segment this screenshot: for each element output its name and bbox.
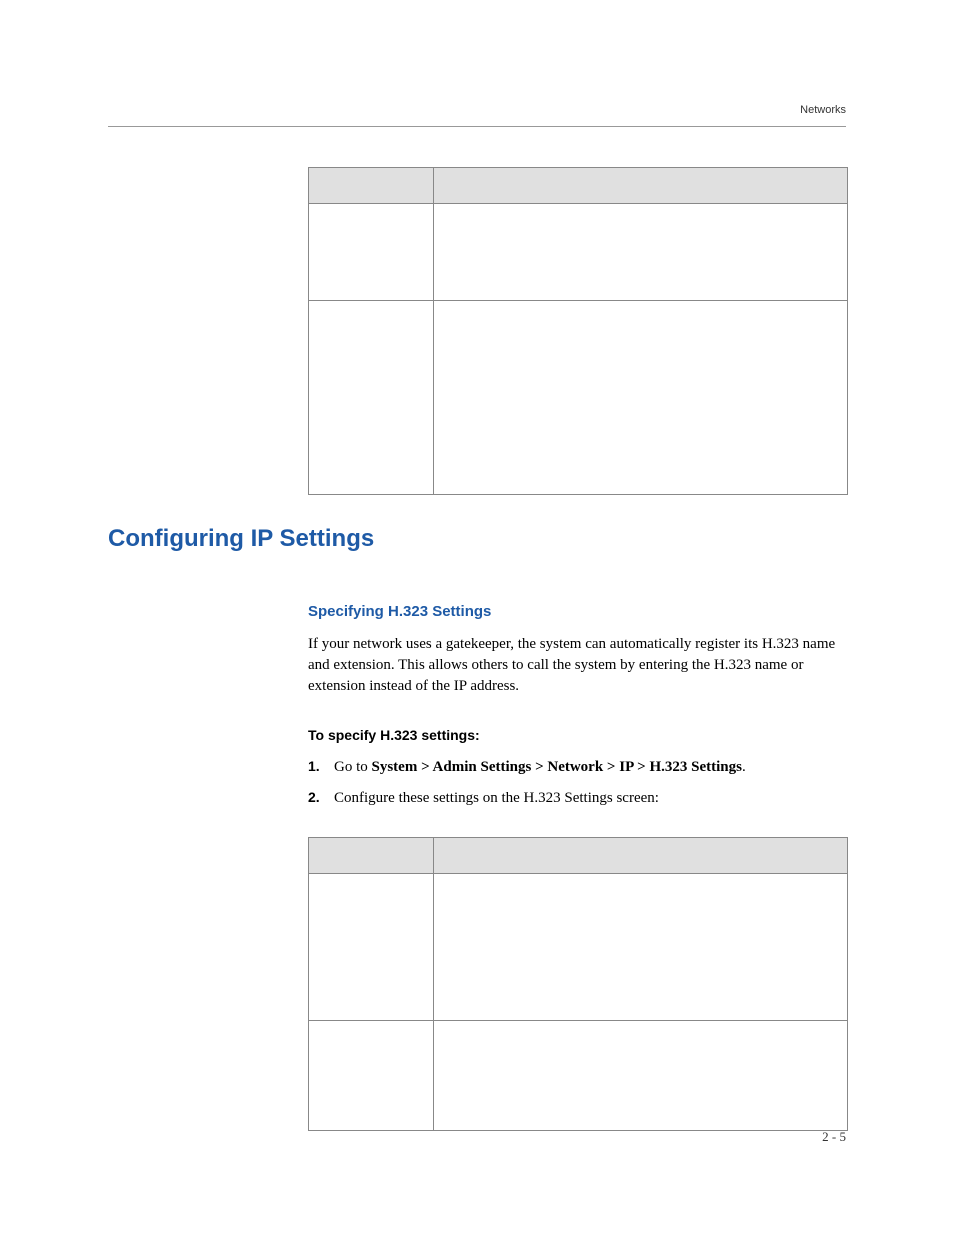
steps-heading: To specify H.323 settings: [308,727,846,743]
table-header-row [309,168,848,204]
table-cell-description [434,204,848,301]
running-header: Networks [108,100,846,127]
step-number: 1. [308,758,334,774]
header-label: Networks [800,104,846,116]
table-cell-description [434,301,848,495]
step-bold-path: System > Admin Settings > Network > IP >… [372,759,742,775]
step-item-2: 2. Configure these settings on the H.323… [308,788,846,809]
content-area: Configuring IP Settings Specifying H.323… [308,167,846,1131]
section-heading: Configuring IP Settings [108,525,846,553]
table-cell-setting [309,301,434,495]
sub-heading-h323: Specifying H.323 Settings [308,603,846,620]
table-row [309,874,848,1021]
step-text: Go to System > Admin Settings > Network … [334,757,746,778]
table-cell-description [434,1021,848,1131]
table-header-row [309,838,848,874]
table-row [309,204,848,301]
page-container: Networks Configuring I [0,0,954,1201]
table-cell-description [434,874,848,1021]
page-number: 2 - 5 [822,1129,846,1145]
table-header-description [434,838,848,874]
heading-wrap: Configuring IP Settings [108,525,846,553]
table-header-setting [309,838,434,874]
settings-table-1 [308,167,848,495]
table-row [309,301,848,495]
table-header-setting [309,168,434,204]
step-text: Configure these settings on the H.323 Se… [334,788,659,809]
step-suffix: . [742,759,746,775]
step-prefix: Go to [334,759,372,775]
step-item-1: 1. Go to System > Admin Settings > Netwo… [308,757,846,778]
settings-table-2 [308,837,848,1131]
steps-list: 1. Go to System > Admin Settings > Netwo… [308,757,846,809]
table-cell-setting [309,874,434,1021]
table-cell-setting [309,204,434,301]
table-row [309,1021,848,1131]
table-header-description [434,168,848,204]
step-number: 2. [308,789,334,805]
table-cell-setting [309,1021,434,1131]
body-paragraph: If your network uses a gatekeeper, the s… [308,634,846,697]
